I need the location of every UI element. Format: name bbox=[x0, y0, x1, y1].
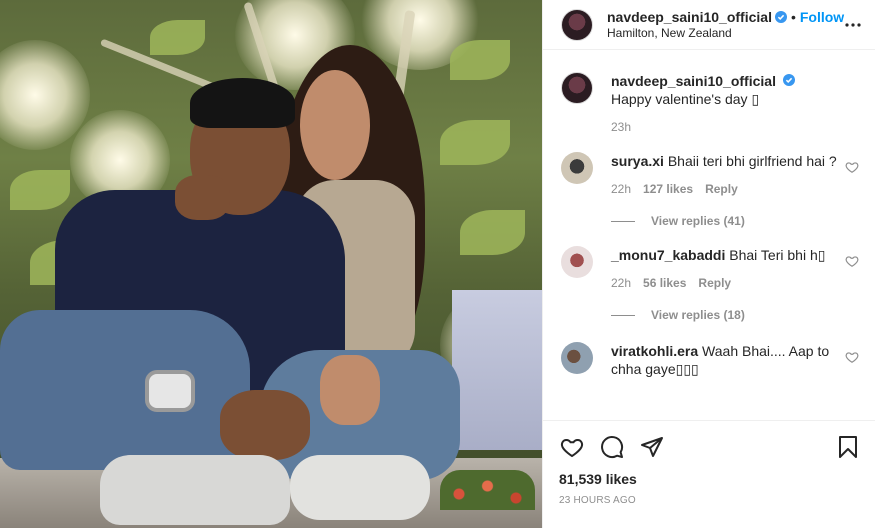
bookmark-icon[interactable] bbox=[835, 434, 861, 460]
author-info: navdeep_saini10_official • Follow Hamilt… bbox=[607, 9, 844, 41]
comment-likes[interactable]: 127 likes bbox=[643, 180, 693, 198]
commenter-avatar[interactable] bbox=[561, 152, 593, 184]
comment-time[interactable]: 22h bbox=[611, 274, 631, 292]
commenter-username[interactable]: _monu7_kabaddi bbox=[611, 247, 725, 263]
emoji-placeholder: ▯ bbox=[817, 247, 826, 263]
comment-item: viratkohli.era Waah Bhai.... Aap to chha… bbox=[561, 342, 859, 378]
verified-badge-icon bbox=[774, 10, 787, 23]
follow-button[interactable]: Follow bbox=[800, 9, 844, 25]
replies-line bbox=[611, 314, 635, 316]
caption-avatar[interactable] bbox=[561, 72, 593, 104]
replies-line bbox=[611, 220, 635, 222]
jeans bbox=[0, 310, 250, 470]
post-photo[interactable] bbox=[0, 0, 542, 528]
commenter-username[interactable]: viratkohli.era bbox=[611, 343, 698, 359]
comments-list[interactable]: navdeep_saini10_official Happy valentine… bbox=[543, 50, 875, 420]
comment-body: _monu7_kabaddi Bhai Teri bhi h▯ 22h 56 l… bbox=[611, 246, 859, 292]
background-sky bbox=[452, 290, 542, 450]
heart-icon[interactable] bbox=[559, 434, 585, 460]
hand bbox=[175, 175, 230, 220]
heart-icon[interactable] bbox=[845, 350, 859, 364]
emoji-placeholder: ▯ bbox=[751, 91, 760, 107]
post-side-panel: navdeep_saini10_official • Follow Hamilt… bbox=[542, 0, 875, 528]
caption-body: navdeep_saini10_official Happy valentine… bbox=[611, 72, 859, 136]
leaf bbox=[460, 210, 525, 255]
author-row: navdeep_saini10_official • Follow bbox=[607, 9, 844, 25]
more-options-icon[interactable] bbox=[844, 13, 861, 37]
reply-button[interactable]: Reply bbox=[705, 180, 738, 198]
comment-meta: 22h 127 likes Reply bbox=[611, 180, 837, 198]
caption-meta: 23h bbox=[611, 118, 837, 136]
leaf bbox=[450, 40, 510, 80]
likes-count[interactable]: 81,539 likes bbox=[559, 471, 861, 487]
heart-icon[interactable] bbox=[845, 160, 859, 174]
commenter-avatar[interactable] bbox=[561, 246, 593, 278]
comment-meta: 22h 56 likes Reply bbox=[611, 274, 837, 292]
view-replies-button[interactable]: View replies (18) bbox=[611, 308, 859, 322]
leaf bbox=[440, 120, 510, 165]
wrist-watch bbox=[145, 370, 195, 412]
caption: navdeep_saini10_official Happy valentine… bbox=[561, 72, 859, 136]
post-header: navdeep_saini10_official • Follow Hamilt… bbox=[543, 0, 875, 50]
heart-icon[interactable] bbox=[845, 254, 859, 268]
comment-likes[interactable]: 56 likes bbox=[643, 274, 686, 292]
shoe bbox=[100, 455, 290, 525]
emoji-placeholder: ▯▯▯ bbox=[675, 361, 699, 377]
post-timestamp[interactable]: 23 HOURS AGO bbox=[559, 495, 861, 506]
hand bbox=[220, 390, 310, 460]
comment-body: viratkohli.era Waah Bhai.... Aap to chha… bbox=[611, 342, 859, 378]
leaf bbox=[10, 170, 70, 210]
comment-item: surya.xi Bhaii teri bhi girlfriend hai ?… bbox=[561, 152, 859, 198]
woman-face bbox=[300, 70, 370, 180]
comment-text: Bhaii teri bhi girlfriend hai ? bbox=[667, 153, 837, 169]
comment-item: _monu7_kabaddi Bhai Teri bhi h▯ 22h 56 l… bbox=[561, 246, 859, 292]
share-icon[interactable] bbox=[639, 434, 665, 460]
shoe bbox=[290, 455, 430, 520]
man-hair bbox=[190, 78, 295, 128]
separator-dot: • bbox=[790, 8, 796, 25]
post-location[interactable]: Hamilton, New Zealand bbox=[607, 25, 844, 41]
leaf bbox=[150, 20, 205, 55]
reply-button[interactable]: Reply bbox=[698, 274, 731, 292]
commenter-avatar[interactable] bbox=[561, 342, 593, 374]
flowers bbox=[440, 470, 535, 510]
author-avatar[interactable] bbox=[561, 8, 593, 41]
caption-username[interactable]: navdeep_saini10_official bbox=[611, 73, 776, 89]
view-replies-button[interactable]: View replies (41) bbox=[611, 214, 859, 228]
view-replies-label: View replies (41) bbox=[651, 214, 745, 228]
comment-icon[interactable] bbox=[599, 434, 625, 460]
commenter-username[interactable]: surya.xi bbox=[611, 153, 664, 169]
post-actions: 81,539 likes 23 HOURS AGO bbox=[543, 420, 875, 528]
comment-body: surya.xi Bhaii teri bhi girlfriend hai ?… bbox=[611, 152, 859, 198]
comment-text: Bhai Teri bhi h bbox=[729, 247, 818, 263]
instagram-post: navdeep_saini10_official • Follow Hamilt… bbox=[0, 0, 875, 528]
verified-badge-icon bbox=[782, 74, 795, 86]
hand bbox=[320, 355, 380, 425]
comment-time[interactable]: 22h bbox=[611, 180, 631, 198]
view-replies-label: View replies (18) bbox=[651, 308, 745, 322]
caption-time[interactable]: 23h bbox=[611, 118, 631, 136]
caption-text: Happy valentine's day bbox=[611, 91, 752, 107]
author-username[interactable]: navdeep_saini10_official bbox=[607, 9, 772, 25]
action-icons bbox=[559, 427, 861, 467]
